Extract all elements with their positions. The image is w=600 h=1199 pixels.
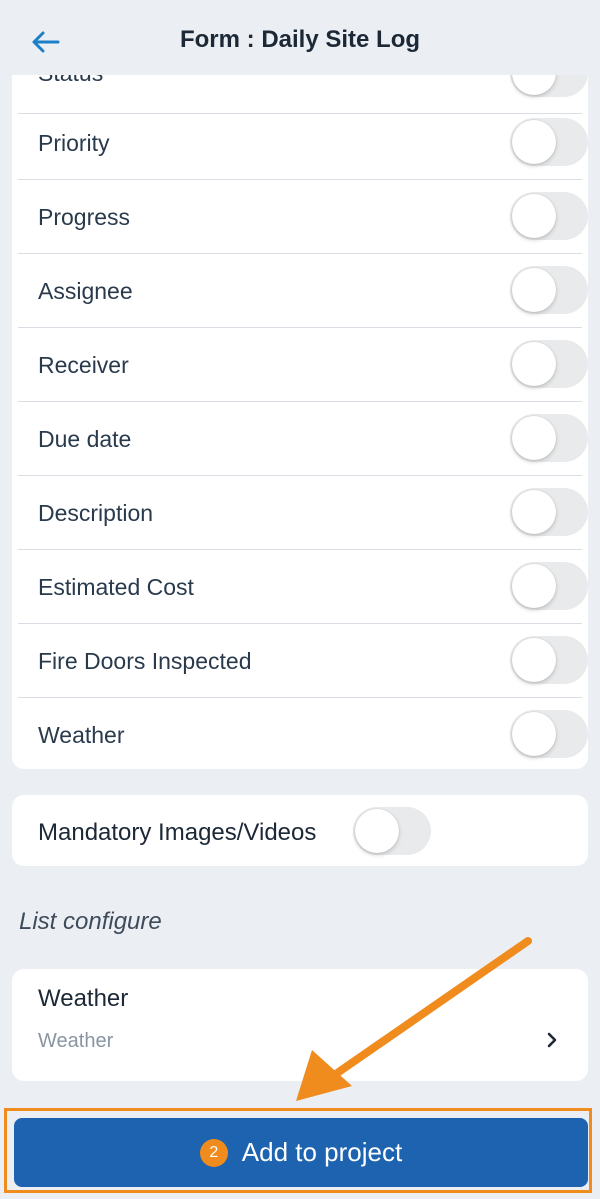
field-label: Assignee (38, 278, 133, 304)
step-badge: 2 (199, 1138, 228, 1167)
add-to-project-button[interactable]: 2 Add to project (14, 1118, 588, 1187)
add-to-project-label: Add to project (241, 1137, 403, 1167)
field-label: Fire Doors Inspected (38, 648, 252, 674)
priority-toggle[interactable] (510, 118, 588, 166)
due-date-toggle[interactable] (510, 414, 588, 462)
assignee-toggle[interactable] (510, 266, 588, 314)
field-row-progress: Progress (18, 180, 588, 254)
receiver-toggle[interactable] (510, 340, 588, 388)
mandatory-media-toggle[interactable] (353, 807, 431, 855)
field-row-weather: Weather (18, 698, 588, 769)
list-configure-heading: List configure (19, 908, 162, 935)
progress-toggle[interactable] (510, 192, 588, 240)
field-label: Estimated Cost (38, 574, 194, 600)
field-toggle-list: Status Priority Progress Assignee Receiv… (12, 40, 588, 769)
weather-toggle[interactable] (510, 710, 588, 758)
header: Form : Daily Site Log (0, 0, 600, 75)
chevron-right-icon (547, 1032, 557, 1048)
fire-doors-inspected-toggle[interactable] (510, 636, 588, 684)
field-row-fire-doors-inspected: Fire Doors Inspected (18, 624, 588, 698)
field-label: Receiver (38, 352, 129, 378)
field-row-assignee: Assignee (18, 254, 588, 328)
field-label: Due date (38, 426, 132, 452)
list-configure-weather-item[interactable]: Weather Weather (12, 969, 588, 1081)
estimated-cost-toggle[interactable] (510, 562, 588, 610)
field-label: Description (38, 500, 154, 526)
page-title: Form : Daily Site Log (179, 26, 421, 53)
mandatory-media-card: Mandatory Images/Videos (12, 795, 588, 866)
field-row-due-date: Due date (18, 402, 588, 476)
field-row-receiver: Receiver (18, 328, 588, 402)
description-toggle[interactable] (510, 488, 588, 536)
field-label: Progress (38, 204, 131, 230)
list-item-subtitle: Weather (38, 1030, 114, 1052)
mandatory-media-label: Mandatory Images/Videos (38, 819, 317, 846)
field-row-description: Description (18, 476, 588, 550)
list-item-title: Weather (38, 985, 129, 1012)
field-row-priority: Priority (18, 106, 588, 180)
field-label: Weather (38, 722, 125, 748)
field-label: Priority (38, 130, 110, 156)
field-row-estimated-cost: Estimated Cost (18, 550, 588, 624)
